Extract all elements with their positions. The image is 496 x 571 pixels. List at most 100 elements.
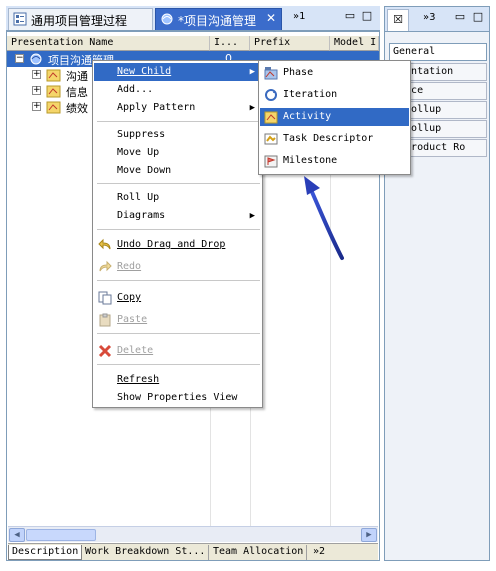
menu-item-show-properties[interactable]: Show Properties View — [94, 389, 261, 407]
expand-icon[interactable]: + — [32, 102, 41, 111]
editor-page-tabs: Description Work Breakdown St... Team Al… — [8, 543, 378, 560]
menu-item-label: New Child — [117, 66, 172, 77]
submenu-arrow-icon: ▶ — [249, 103, 255, 113]
process-swirl-icon — [30, 53, 42, 65]
menu-item-activity[interactable]: Activity — [260, 108, 409, 126]
new-child-submenu: Phase Iteration Activity Task Descriptor… — [258, 60, 411, 175]
redo-icon — [99, 260, 112, 272]
iteration-icon — [265, 89, 277, 101]
tab-label: *项目沟通管理 — [178, 14, 257, 28]
menu-item-diagrams[interactable]: Diagrams ▶ — [94, 207, 261, 225]
menu-item-redo[interactable]: Redo — [94, 258, 261, 276]
column-header-prefix[interactable]: Prefix — [250, 36, 330, 51]
menu-item-label: Refresh — [117, 374, 160, 385]
menu-item-copy[interactable]: Copy — [94, 289, 261, 307]
tab-label: 通用项目管理过程 — [31, 14, 128, 28]
properties-tab-general[interactable]: General — [389, 43, 487, 61]
paste-icon — [99, 313, 111, 327]
horizontal-scrollbar[interactable]: ◀ ▶ — [8, 526, 378, 542]
phase-icon — [264, 67, 278, 80]
menu-item-delete[interactable]: Delete — [94, 342, 261, 360]
menu-item-label: Roll Up — [117, 192, 160, 203]
menu-item-label: Copy — [117, 292, 142, 303]
menu-item-label: Paste — [117, 314, 148, 325]
menu-item-label: Iteration — [283, 89, 338, 100]
minimize-icon[interactable]: ▭ — [453, 11, 467, 25]
menu-item-label: Phase — [283, 67, 314, 78]
menu-item-label: Add... — [117, 84, 154, 95]
expand-icon[interactable]: + — [32, 70, 41, 79]
menu-item-move-up[interactable]: Move Up — [94, 144, 261, 162]
editor-tab-bar: 通用项目管理过程 *项目沟通管理 ✕ »1 ▭ □ — [6, 6, 380, 31]
tab-communication-management[interactable]: *项目沟通管理 ✕ — [155, 8, 282, 30]
tree-item-label: 绩效 — [66, 102, 88, 115]
menu-separator — [97, 121, 260, 122]
properties-tab-icon[interactable]: ☒ — [387, 9, 409, 31]
expand-icon[interactable]: + — [32, 86, 41, 95]
menu-separator — [97, 183, 260, 184]
maximize-icon[interactable]: □ — [471, 11, 485, 25]
tab-overflow-indicator[interactable]: »1 — [293, 11, 305, 22]
column-header-index[interactable]: I... — [210, 36, 250, 51]
menu-item-milestone[interactable]: Milestone — [260, 152, 409, 170]
minimize-icon[interactable]: ▭ — [343, 10, 357, 24]
menu-item-label: Diagrams — [117, 210, 166, 221]
context-menu: New Child ▶ Add... Apply Pattern ▶ Suppr… — [92, 60, 263, 408]
menu-separator — [97, 280, 260, 281]
close-icon[interactable]: ✕ — [266, 11, 276, 25]
menu-item-roll-up[interactable]: Roll Up — [94, 189, 261, 207]
tab-general-process[interactable]: 通用项目管理过程 — [8, 8, 153, 30]
tree-row[interactable]: + 信息 — [7, 83, 97, 99]
scroll-right-icon[interactable]: ▶ — [361, 528, 377, 542]
menu-item-suppress[interactable]: Suppress — [94, 126, 261, 144]
menu-item-undo[interactable]: Undo Drag and Drop — [94, 236, 261, 254]
menu-item-iteration[interactable]: Iteration — [260, 86, 409, 104]
menu-item-label: Show Properties View — [117, 392, 238, 403]
annotation-arrow — [304, 176, 344, 260]
column-header-presentation-name[interactable]: Presentation Name — [7, 36, 210, 51]
column-header-model-info[interactable]: Model I — [330, 36, 379, 51]
menu-item-label: Move Up — [117, 147, 160, 158]
scroll-left-icon[interactable]: ◀ — [9, 528, 25, 542]
submenu-arrow-icon: ▶ — [249, 67, 255, 77]
tab-work-breakdown[interactable]: Work Breakdown St... — [82, 545, 210, 560]
process-swirl-icon — [161, 13, 173, 25]
menu-item-label: Move Down — [117, 165, 172, 176]
tab-overflow-indicator[interactable]: »3 — [423, 12, 435, 23]
menu-separator — [97, 333, 260, 334]
submenu-arrow-icon: ▶ — [249, 211, 255, 221]
menu-item-label: Milestone — [283, 155, 338, 166]
menu-item-new-child[interactable]: New Child ▶ — [94, 63, 261, 81]
collapse-icon[interactable]: − — [15, 54, 24, 63]
menu-item-phase[interactable]: Phase — [260, 64, 409, 82]
menu-item-move-down[interactable]: Move Down — [94, 162, 261, 180]
task-descriptor-icon — [264, 133, 278, 145]
menu-item-label: Delete — [117, 345, 154, 356]
milestone-icon — [264, 155, 278, 168]
menu-item-add[interactable]: Add... — [94, 81, 261, 99]
menu-item-apply-pattern[interactable]: Apply Pattern ▶ — [94, 99, 261, 117]
activity-icon — [46, 85, 61, 98]
tab-description[interactable]: Description — [8, 545, 83, 560]
activity-icon — [46, 69, 61, 82]
copy-icon — [98, 291, 112, 305]
properties-tab-bar: ☒ »3 ▭ □ — [385, 7, 489, 32]
menu-item-label: Suppress — [117, 129, 166, 140]
menu-item-task-descriptor[interactable]: Task Descriptor — [260, 130, 409, 148]
undo-icon — [98, 238, 111, 250]
tab-overflow-indicator[interactable]: »2 — [310, 545, 328, 560]
menu-item-label: Undo Drag and Drop — [117, 239, 226, 250]
menu-item-label: Activity — [283, 111, 332, 122]
scroll-thumb[interactable] — [26, 529, 96, 541]
maximize-icon[interactable]: □ — [360, 10, 374, 24]
menu-item-refresh[interactable]: Refresh — [94, 371, 261, 389]
menu-item-label: Task Descriptor — [283, 133, 374, 144]
activity-icon — [46, 101, 61, 114]
menu-separator — [97, 229, 260, 230]
tree-row[interactable]: + 沟通 — [7, 67, 97, 83]
tree-row[interactable]: + 绩效 — [7, 99, 97, 115]
menu-item-label: Apply Pattern — [117, 102, 196, 113]
tab-team-allocation[interactable]: Team Allocation — [210, 545, 308, 560]
menu-item-paste[interactable]: Paste — [94, 311, 261, 329]
menu-item-label: Redo — [117, 261, 142, 272]
